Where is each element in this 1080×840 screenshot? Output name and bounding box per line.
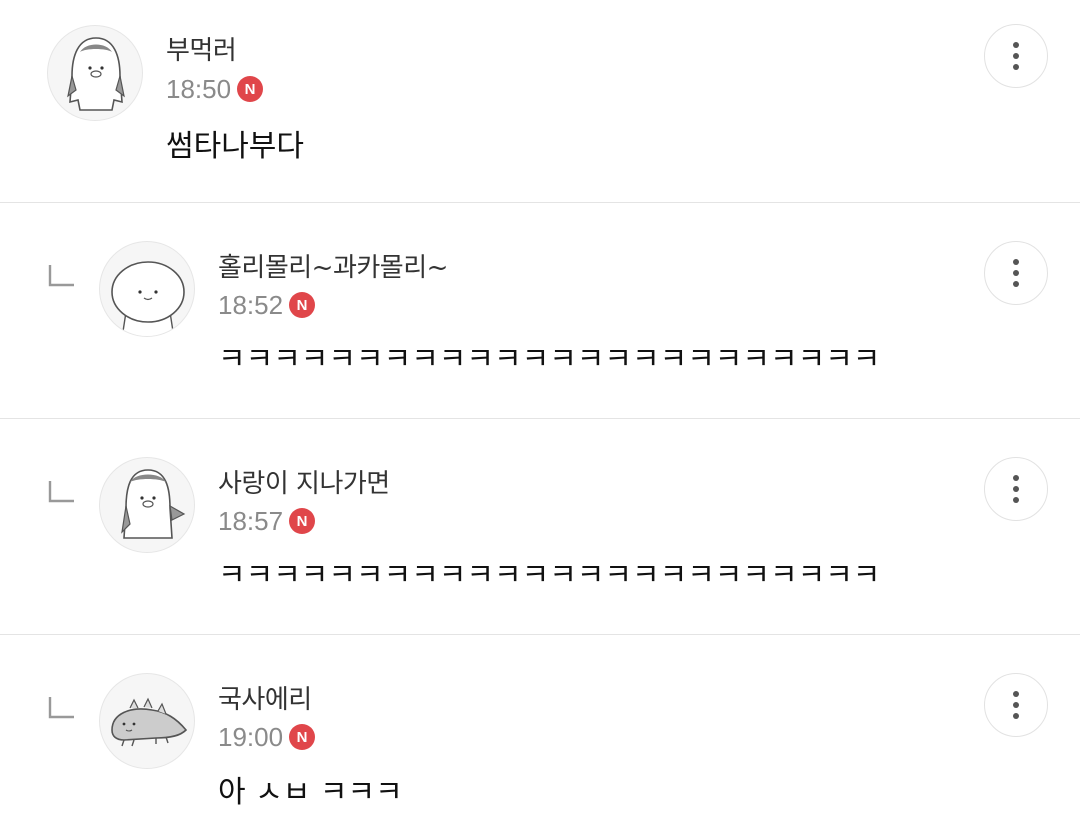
comment-text: ㅋㅋㅋㅋㅋㅋㅋㅋㅋㅋㅋㅋㅋㅋㅋㅋㅋㅋㅋㅋㅋㅋㅋㅋ [218, 342, 881, 377]
more-vertical-icon [1013, 691, 1019, 697]
reply-item: 사랑이 지나가면 18:57 N ㅋㅋㅋㅋㅋㅋㅋㅋㅋㅋㅋㅋㅋㅋㅋㅋㅋㅋㅋㅋㅋㅋㅋ… [0, 419, 1080, 634]
dinosaur-avatar [111, 697, 188, 747]
reply-arrow-icon [48, 265, 74, 287]
reply-item: 국사에리 19:00 N 아 ㅅㅂ ㅋㅋㅋ [0, 635, 1080, 840]
avatar[interactable] [47, 25, 143, 121]
comment-author[interactable]: 국사에리 [218, 685, 312, 715]
comment-meta: 18:57 N [218, 505, 316, 537]
comment-text: ㅋㅋㅋㅋㅋㅋㅋㅋㅋㅋㅋㅋㅋㅋㅋㅋㅋㅋㅋㅋㅋㅋㅋㅋ [218, 558, 881, 593]
comment-item: 부먹러 18:50 N 썸타나부다 [0, 0, 1080, 202]
penguin-avatar [121, 469, 186, 539]
avatar[interactable] [99, 673, 195, 769]
more-vertical-icon [1013, 475, 1019, 481]
new-badge: N [289, 292, 316, 318]
new-badge: N [289, 724, 316, 750]
reply-arrow-icon [48, 697, 74, 719]
reply-arrow-icon [48, 481, 74, 503]
more-vertical-icon [1013, 259, 1019, 265]
comment-author[interactable]: 사랑이 지나가면 [218, 469, 390, 499]
penguin-avatar [67, 37, 125, 111]
new-badge: N [237, 76, 264, 102]
more-options-button[interactable] [984, 24, 1048, 88]
comment-time: 19:00 [218, 722, 284, 752]
comment-text: 썸타나부다 [166, 129, 304, 164]
comment-time: 18:50 [166, 74, 232, 104]
round-blob-avatar [111, 261, 185, 336]
more-options-button[interactable] [984, 457, 1048, 521]
reply-item: 홀리몰리~과카몰리~ 18:52 N ㅋㅋㅋㅋㅋㅋㅋㅋㅋㅋㅋㅋㅋㅋㅋㅋㅋㅋㅋㅋㅋ… [0, 203, 1080, 418]
comment-text: 아 ㅅㅂ ㅋㅋㅋ [218, 775, 403, 810]
avatar[interactable] [99, 241, 195, 337]
new-badge: N [289, 508, 316, 534]
avatar[interactable] [99, 457, 195, 553]
more-vertical-icon [1013, 42, 1019, 48]
comment-meta: 18:50 N [166, 73, 264, 105]
comment-author[interactable]: 홀리몰리~과카몰리~ [218, 253, 448, 283]
comment-meta: 18:52 N [218, 289, 316, 321]
comment-meta: 19:00 N [218, 721, 316, 753]
comment-time: 18:52 [218, 290, 284, 320]
comment-time: 18:57 [218, 506, 284, 536]
more-options-button[interactable] [984, 673, 1048, 737]
more-options-button[interactable] [984, 241, 1048, 305]
comment-author[interactable]: 부먹러 [166, 36, 237, 66]
